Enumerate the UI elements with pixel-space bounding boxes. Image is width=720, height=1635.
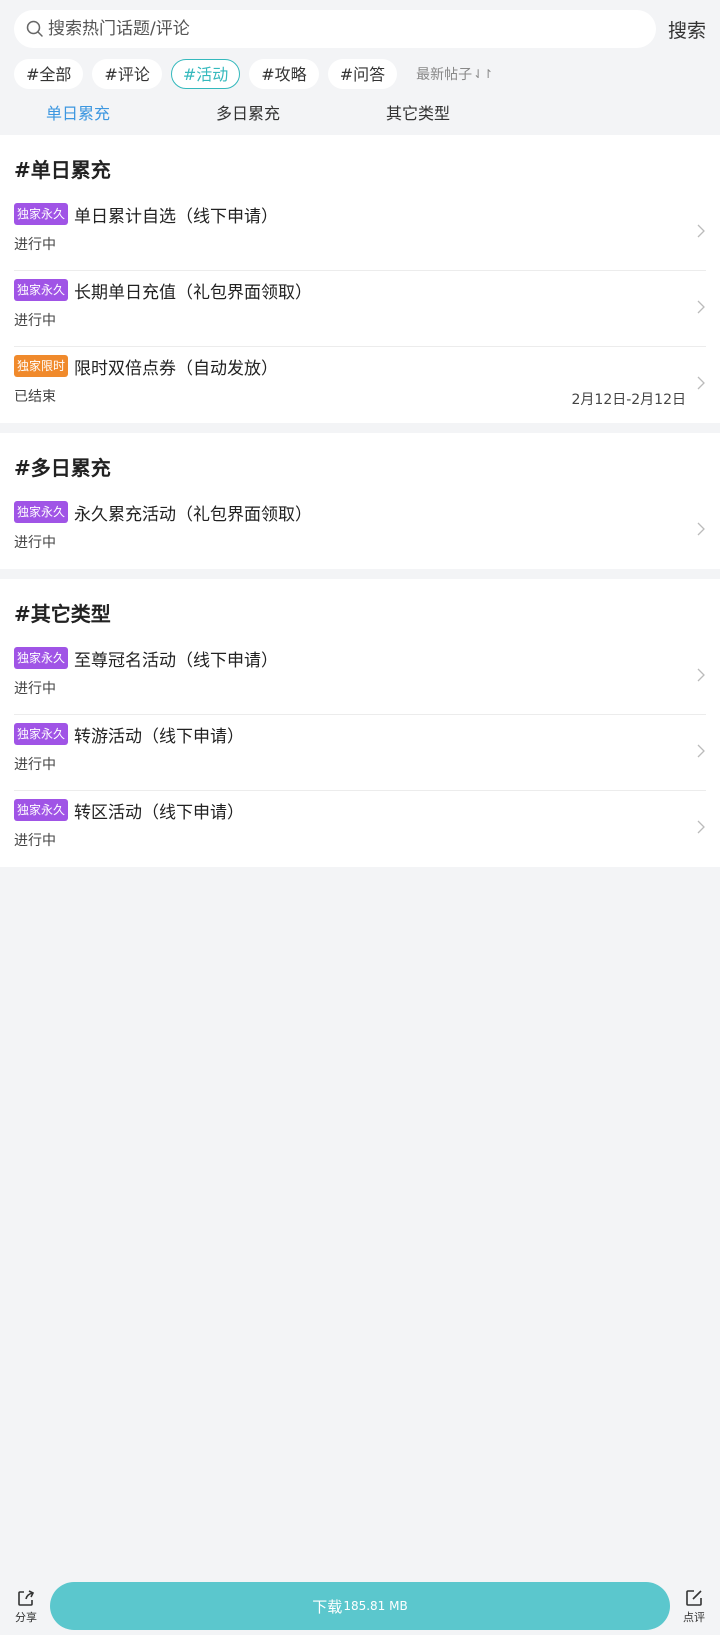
list-item[interactable]: 独家永久 永久累充活动（礼包界面领取） 进行中 — [14, 493, 706, 569]
badge-permanent: 独家永久 — [14, 279, 69, 301]
section-title: #其它类型 — [14, 602, 111, 626]
tag-all[interactable]: #全部 — [14, 59, 84, 89]
share-button[interactable]: 分享 — [10, 1588, 42, 1625]
section-single-day: #单日累充 独家永久 单日累计自选（线下申请） 进行中 独家永久 长期单日充值（… — [0, 135, 720, 423]
review-button[interactable]: 点评 — [678, 1588, 710, 1625]
chevron-right-icon — [697, 300, 705, 314]
chevron-right-icon — [697, 668, 705, 682]
section-title: #多日累充 — [14, 456, 111, 480]
list-item[interactable]: 独家永久 单日累计自选（线下申请） 进行中 — [14, 195, 706, 271]
tag-filter-row: #全部 #评论 #活动 #攻略 #问答 最新帖子 ⇃↾ — [14, 59, 706, 89]
chevron-right-icon — [697, 820, 705, 834]
item-status: 进行中 — [14, 833, 56, 849]
chevron-right-icon — [697, 224, 705, 238]
share-label: 分享 — [15, 1610, 37, 1624]
chevron-right-icon — [697, 744, 705, 758]
item-title: 至尊冠名活动（线下申请） — [74, 650, 279, 671]
section-title: #单日累充 — [14, 158, 111, 182]
badge-permanent: 独家永久 — [14, 723, 69, 745]
item-title: 永久累充活动（礼包界面领取） — [74, 504, 313, 525]
sort-label: 最新帖子 — [416, 67, 473, 83]
header: 搜索 #全部 #评论 #活动 #攻略 #问答 最新帖子 ⇃↾ 单日累充 多日累充… — [0, 0, 720, 135]
tag-qa[interactable]: #问答 — [327, 59, 398, 89]
review-label: 点评 — [683, 1610, 705, 1624]
badge-permanent: 独家永久 — [14, 501, 69, 523]
item-status: 进行中 — [14, 237, 56, 253]
list-item[interactable]: 独家限时 限时双倍点券（自动发放） 已结束 2月12日-2月12日 — [14, 347, 706, 423]
download-label: 下载 — [312, 1597, 343, 1616]
sort-icon: ⇃↾ — [473, 67, 494, 81]
search-button[interactable]: 搜索 — [668, 16, 706, 43]
tag-review[interactable]: #评论 — [92, 59, 162, 89]
item-status: 进行中 — [14, 535, 56, 551]
list-item[interactable]: 独家永久 转区活动（线下申请） 进行中 — [14, 791, 706, 867]
item-title: 长期单日充值（礼包界面领取） — [74, 282, 313, 303]
section-other: #其它类型 独家永久 至尊冠名活动（线下申请） 进行中 独家永久 转游活动（线下… — [0, 579, 720, 867]
sort-button[interactable]: 最新帖子 ⇃↾ — [416, 64, 493, 84]
download-size: 185.81 MB — [343, 1599, 408, 1613]
bottom-bar: 分享 下载 185.81 MB 点评 — [0, 1577, 720, 1635]
list-item[interactable]: 独家永久 转游活动（线下申请） 进行中 — [14, 715, 706, 791]
item-status: 进行中 — [14, 313, 56, 329]
edit-icon — [686, 1589, 702, 1606]
list-item[interactable]: 独家永久 长期单日充值（礼包界面领取） 进行中 — [14, 271, 706, 347]
search-box[interactable] — [14, 10, 656, 48]
category-tabs: 单日累充 多日累充 其它类型 — [14, 89, 706, 135]
tab-single-day[interactable]: 单日累充 — [14, 100, 184, 124]
chevron-right-icon — [697, 376, 705, 390]
item-title: 限时双倍点券（自动发放） — [74, 358, 279, 379]
tag-activity[interactable]: #活动 — [170, 59, 241, 89]
tab-multi-day[interactable]: 多日累充 — [184, 100, 354, 124]
section-multi-day: #多日累充 独家永久 永久累充活动（礼包界面领取） 进行中 — [0, 433, 720, 569]
tab-other[interactable]: 其它类型 — [354, 100, 524, 124]
item-title: 转区活动（线下申请） — [74, 802, 245, 823]
badge-permanent: 独家永久 — [14, 799, 69, 821]
item-status: 进行中 — [14, 681, 56, 697]
download-button[interactable]: 下载 185.81 MB — [50, 1582, 670, 1630]
item-date: 2月12日-2月12日 — [571, 392, 687, 408]
badge-permanent: 独家永久 — [14, 647, 69, 669]
search-icon — [26, 20, 44, 38]
list-item[interactable]: 独家永久 至尊冠名活动（线下申请） 进行中 — [14, 639, 706, 715]
share-icon — [18, 1589, 35, 1606]
item-status: 进行中 — [14, 757, 56, 773]
badge-limited: 独家限时 — [14, 355, 69, 377]
search-input[interactable] — [48, 19, 656, 39]
badge-permanent: 独家永久 — [14, 203, 69, 225]
item-title: 单日累计自选（线下申请） — [74, 206, 279, 227]
chevron-right-icon — [697, 522, 705, 536]
item-title: 转游活动（线下申请） — [74, 726, 245, 747]
tag-guide[interactable]: #攻略 — [249, 59, 319, 89]
search-row: 搜索 — [14, 10, 706, 48]
